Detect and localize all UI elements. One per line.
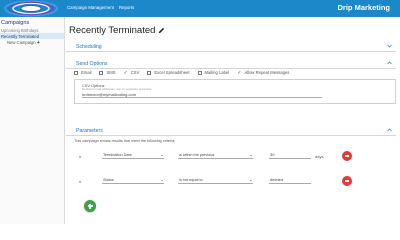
parameters-title: Parameters	[76, 127, 103, 134]
operator-select[interactable]: is within the previous	[178, 152, 253, 159]
row-hash: #	[79, 179, 82, 184]
chevron-up-icon	[387, 128, 392, 132]
nav-reports[interactable]: Reports	[119, 5, 134, 10]
campaign-title: Recently Terminated	[69, 25, 156, 36]
sms-label: SMS	[106, 70, 116, 75]
allow-repeat-label: Allow Repeat Messages	[244, 70, 290, 75]
csv-options-panel: CSV Options Recipient email addresses, s…	[74, 79, 396, 104]
scheduling-title: Scheduling	[76, 43, 102, 50]
plus-icon: +	[36, 40, 40, 46]
caret-down-icon	[250, 179, 252, 181]
csv-checkbox[interactable]: ✓ CSV	[124, 70, 140, 75]
unchecked-box-icon	[74, 70, 78, 75]
delete-row-button[interactable]	[342, 151, 352, 161]
brand-title: Drip Marketing	[337, 3, 390, 12]
sidebar-title: Campaigns	[1, 20, 30, 26]
parameter-row: # Status is not equal to deleted	[66, 176, 396, 186]
new-campaign-label: New Campaign	[7, 40, 36, 45]
unchecked-box-icon	[99, 70, 104, 75]
caret-down-icon	[161, 179, 163, 181]
value-input[interactable]: 30	[269, 152, 311, 159]
excel-checkbox[interactable]: Excel Spreadsheet	[147, 70, 190, 75]
field-select-value: Status	[103, 178, 114, 182]
nav-campaign-management[interactable]: Campaign Management	[67, 5, 114, 10]
email-checkbox[interactable]: Email	[74, 70, 91, 75]
caret-down-icon	[161, 154, 163, 156]
mailing-label-checkbox[interactable]: Mailing Label	[197, 70, 230, 75]
top-nav: Campaign Management Reports	[67, 5, 134, 10]
csv-options-hint: Recipient email addresses, sep. by separ…	[82, 86, 152, 91]
main-content: Recently Terminated Scheduling Send Opti…	[66, 17, 400, 224]
field-select[interactable]: Status	[102, 177, 164, 184]
add-parameter-button[interactable]	[84, 200, 96, 212]
parameter-row: # Termination Date is within the previou…	[66, 151, 396, 161]
chevron-up-icon	[387, 61, 392, 65]
company-logo	[2, 0, 61, 17]
field-select[interactable]: Termination Date	[102, 152, 164, 159]
pencil-icon[interactable]	[158, 27, 165, 34]
sms-checkbox[interactable]: SMS	[99, 70, 116, 75]
new-campaign-button[interactable]: New Campaign +	[0, 39, 64, 46]
unchecked-box-icon	[197, 70, 202, 75]
field-select-value: Termination Date	[103, 153, 132, 157]
top-bar: Campaign Management Reports Drip Marketi…	[0, 0, 400, 17]
unit-label: days	[315, 154, 324, 159]
delete-row-button[interactable]	[342, 176, 352, 186]
allow-repeat-checkbox[interactable]: ✓ Allow Repeat Messages	[237, 70, 289, 75]
checkmark-icon: ✓	[123, 69, 128, 76]
parameters-description: This campaign shows results that meet th…	[74, 139, 176, 143]
parameters-section-header[interactable]: Parameters	[66, 125, 396, 136]
csv-email-input[interactable]: hrdirector@mymailcoding.com	[82, 92, 322, 98]
page-title: Recently Terminated	[69, 25, 165, 36]
csv-label: CSV	[130, 70, 140, 75]
excel-label: Excel Spreadsheet	[154, 70, 190, 75]
caret-down-icon	[250, 154, 252, 156]
unchecked-box-icon	[147, 70, 152, 75]
value-input[interactable]: deleted	[269, 177, 311, 184]
sidebar: Campaigns Upcoming Birthdays Recently Te…	[0, 17, 65, 224]
send-options-checkboxes: Email SMS ✓ CSV Excel Spreadsheet Mailing…	[74, 70, 297, 75]
scheduling-section-header[interactable]: Scheduling	[66, 41, 396, 52]
send-options-title: Send Options	[76, 60, 108, 67]
operator-select-value: is within the previous	[179, 153, 215, 157]
email-label: Email	[81, 70, 92, 75]
mailing-label-label: Mailing Label	[204, 70, 230, 75]
row-hash: #	[79, 154, 82, 159]
checkmark-icon: ✓	[237, 69, 242, 76]
chevron-down-icon	[387, 44, 392, 48]
operator-select-value: is not equal to	[179, 178, 203, 182]
operator-select[interactable]: is not equal to	[178, 177, 253, 184]
send-options-section-header[interactable]: Send Options	[66, 58, 396, 69]
